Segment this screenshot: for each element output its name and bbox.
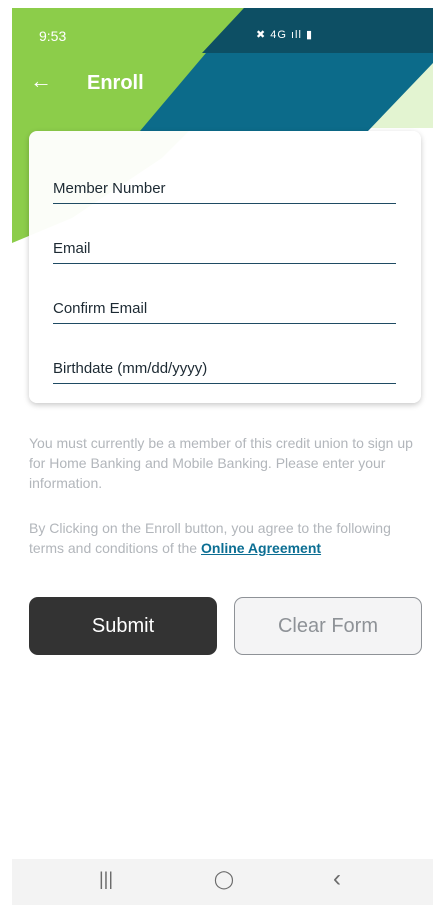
app-bar: ← Enroll: [12, 64, 433, 120]
page-title: Enroll: [87, 72, 144, 94]
status-time: 9:53: [39, 28, 67, 44]
status-icons: ✖ 4G ıll ▮: [256, 29, 314, 41]
home-icon[interactable]: ◯: [204, 869, 244, 895]
confirm-email-input[interactable]: [53, 300, 396, 317]
email-input[interactable]: [53, 240, 396, 257]
membership-notice: You must currently be a member of this c…: [29, 435, 413, 491]
birthdate-input[interactable]: [53, 360, 396, 377]
submit-button[interactable]: Submit: [29, 597, 217, 655]
member-number-field: [53, 163, 396, 204]
back-nav-icon[interactable]: ‹: [317, 865, 357, 892]
arrow-left-icon[interactable]: ←: [30, 68, 56, 94]
system-navigation-bar: ||| ◯ ‹: [12, 859, 433, 905]
terms-notice: By Clicking on the Enroll button, you ag…: [29, 518, 421, 558]
clear-form-button[interactable]: Clear Form: [234, 597, 422, 655]
online-agreement-link[interactable]: Online Agreement: [201, 540, 321, 556]
app-screen: 9:53 ✖ 4G ıll ▮ ← Enroll You must curren…: [12, 8, 433, 905]
birthdate-field: [53, 343, 396, 384]
status-bar: 9:53 ✖ 4G ıll ▮: [12, 8, 433, 52]
confirm-email-field: [53, 283, 396, 324]
enroll-form-card: [29, 131, 421, 403]
member-number-input[interactable]: [53, 180, 396, 197]
recents-icon[interactable]: |||: [86, 869, 126, 895]
email-field: [53, 223, 396, 264]
